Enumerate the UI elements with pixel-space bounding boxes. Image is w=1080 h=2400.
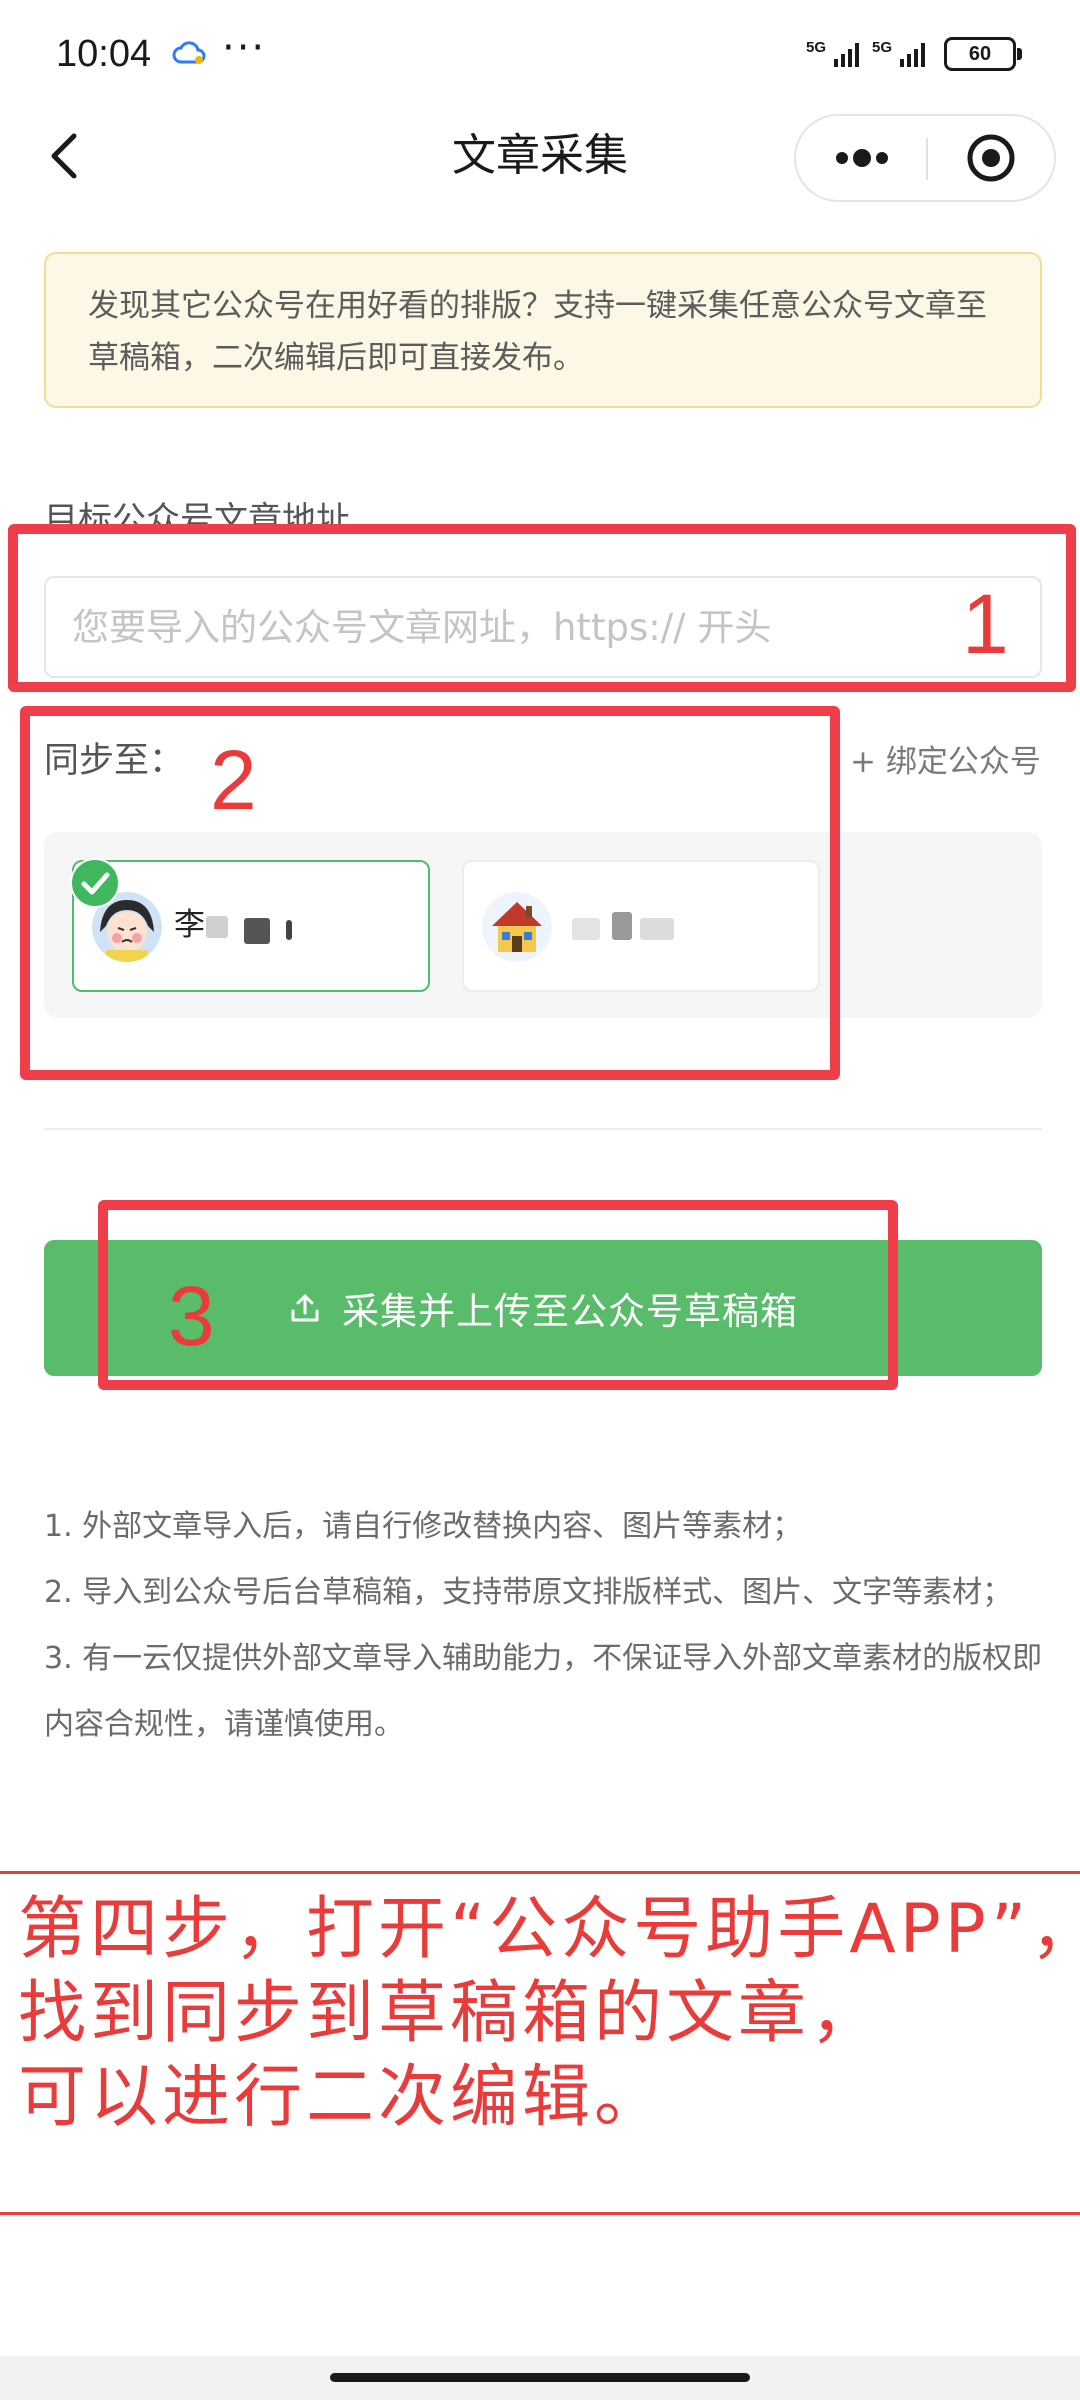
note-item: 2. 导入到公众号后台草稿箱，支持带原文排版样式、图片、文字等素材；	[44, 1575, 1013, 1610]
mini-program-capsule	[794, 114, 1056, 202]
annotation-line: 可以进行二次编辑。	[18, 2058, 667, 2137]
signal-bars-icon	[900, 43, 926, 67]
usage-notes: 1. 外部文章导入后，请自行修改替换内容、图片等素材； 2. 导入到公众号后台草…	[44, 1494, 1044, 1758]
section-divider	[44, 1128, 1042, 1130]
status-more-dots: ···	[222, 25, 267, 71]
signal-label-2: 5G	[872, 39, 893, 56]
annotation-text: 第四步，打开“公众号助手APP”， 找到同步到草稿箱的文章， 可以进行二次编辑。	[18, 1888, 1080, 2140]
battery-indicator: 60	[944, 37, 1023, 71]
status-time: 10:04	[56, 33, 152, 75]
signal-bars-icon	[834, 43, 860, 67]
target-circle-icon[interactable]	[928, 116, 1054, 200]
highlight-box-2	[20, 706, 840, 1080]
step-number: 3	[168, 1269, 215, 1363]
more-dots-icon[interactable]	[796, 116, 926, 200]
page-title: 文章采集	[452, 130, 628, 181]
status-indicators: 5G 5G 60	[806, 30, 1023, 78]
chevron-left-icon[interactable]	[44, 130, 84, 182]
highlight-box-3	[98, 1200, 898, 1390]
info-notice: 发现其它公众号在用好看的排版？支持一键采集任意公众号文章至草稿箱，二次编辑后即可…	[44, 252, 1042, 408]
annotation-line: 找到同步到草稿箱的文章，	[18, 1974, 883, 2053]
notification-cloud-icon	[172, 41, 206, 64]
highlight-box-1	[8, 524, 1076, 692]
step-number: 2	[210, 733, 257, 827]
step-number: 1	[962, 577, 1009, 671]
home-indicator[interactable]	[330, 2373, 750, 2382]
annotation-line: 第四步，打开“公众号助手APP”，	[18, 1890, 1080, 1969]
annotation-bottom-line	[0, 2212, 1080, 2215]
bind-account-link[interactable]: + 绑定公众号	[850, 738, 1041, 786]
annotation-top-line	[0, 1871, 1080, 1874]
signal-label-1: 5G	[806, 39, 827, 56]
note-item: 1. 外部文章导入后，请自行修改替换内容、图片等素材；	[44, 1509, 803, 1544]
note-item: 3. 有一云仅提供外部文章导入辅助能力，不保证导入外部文章素材的版权即内容合规性…	[44, 1641, 1043, 1742]
